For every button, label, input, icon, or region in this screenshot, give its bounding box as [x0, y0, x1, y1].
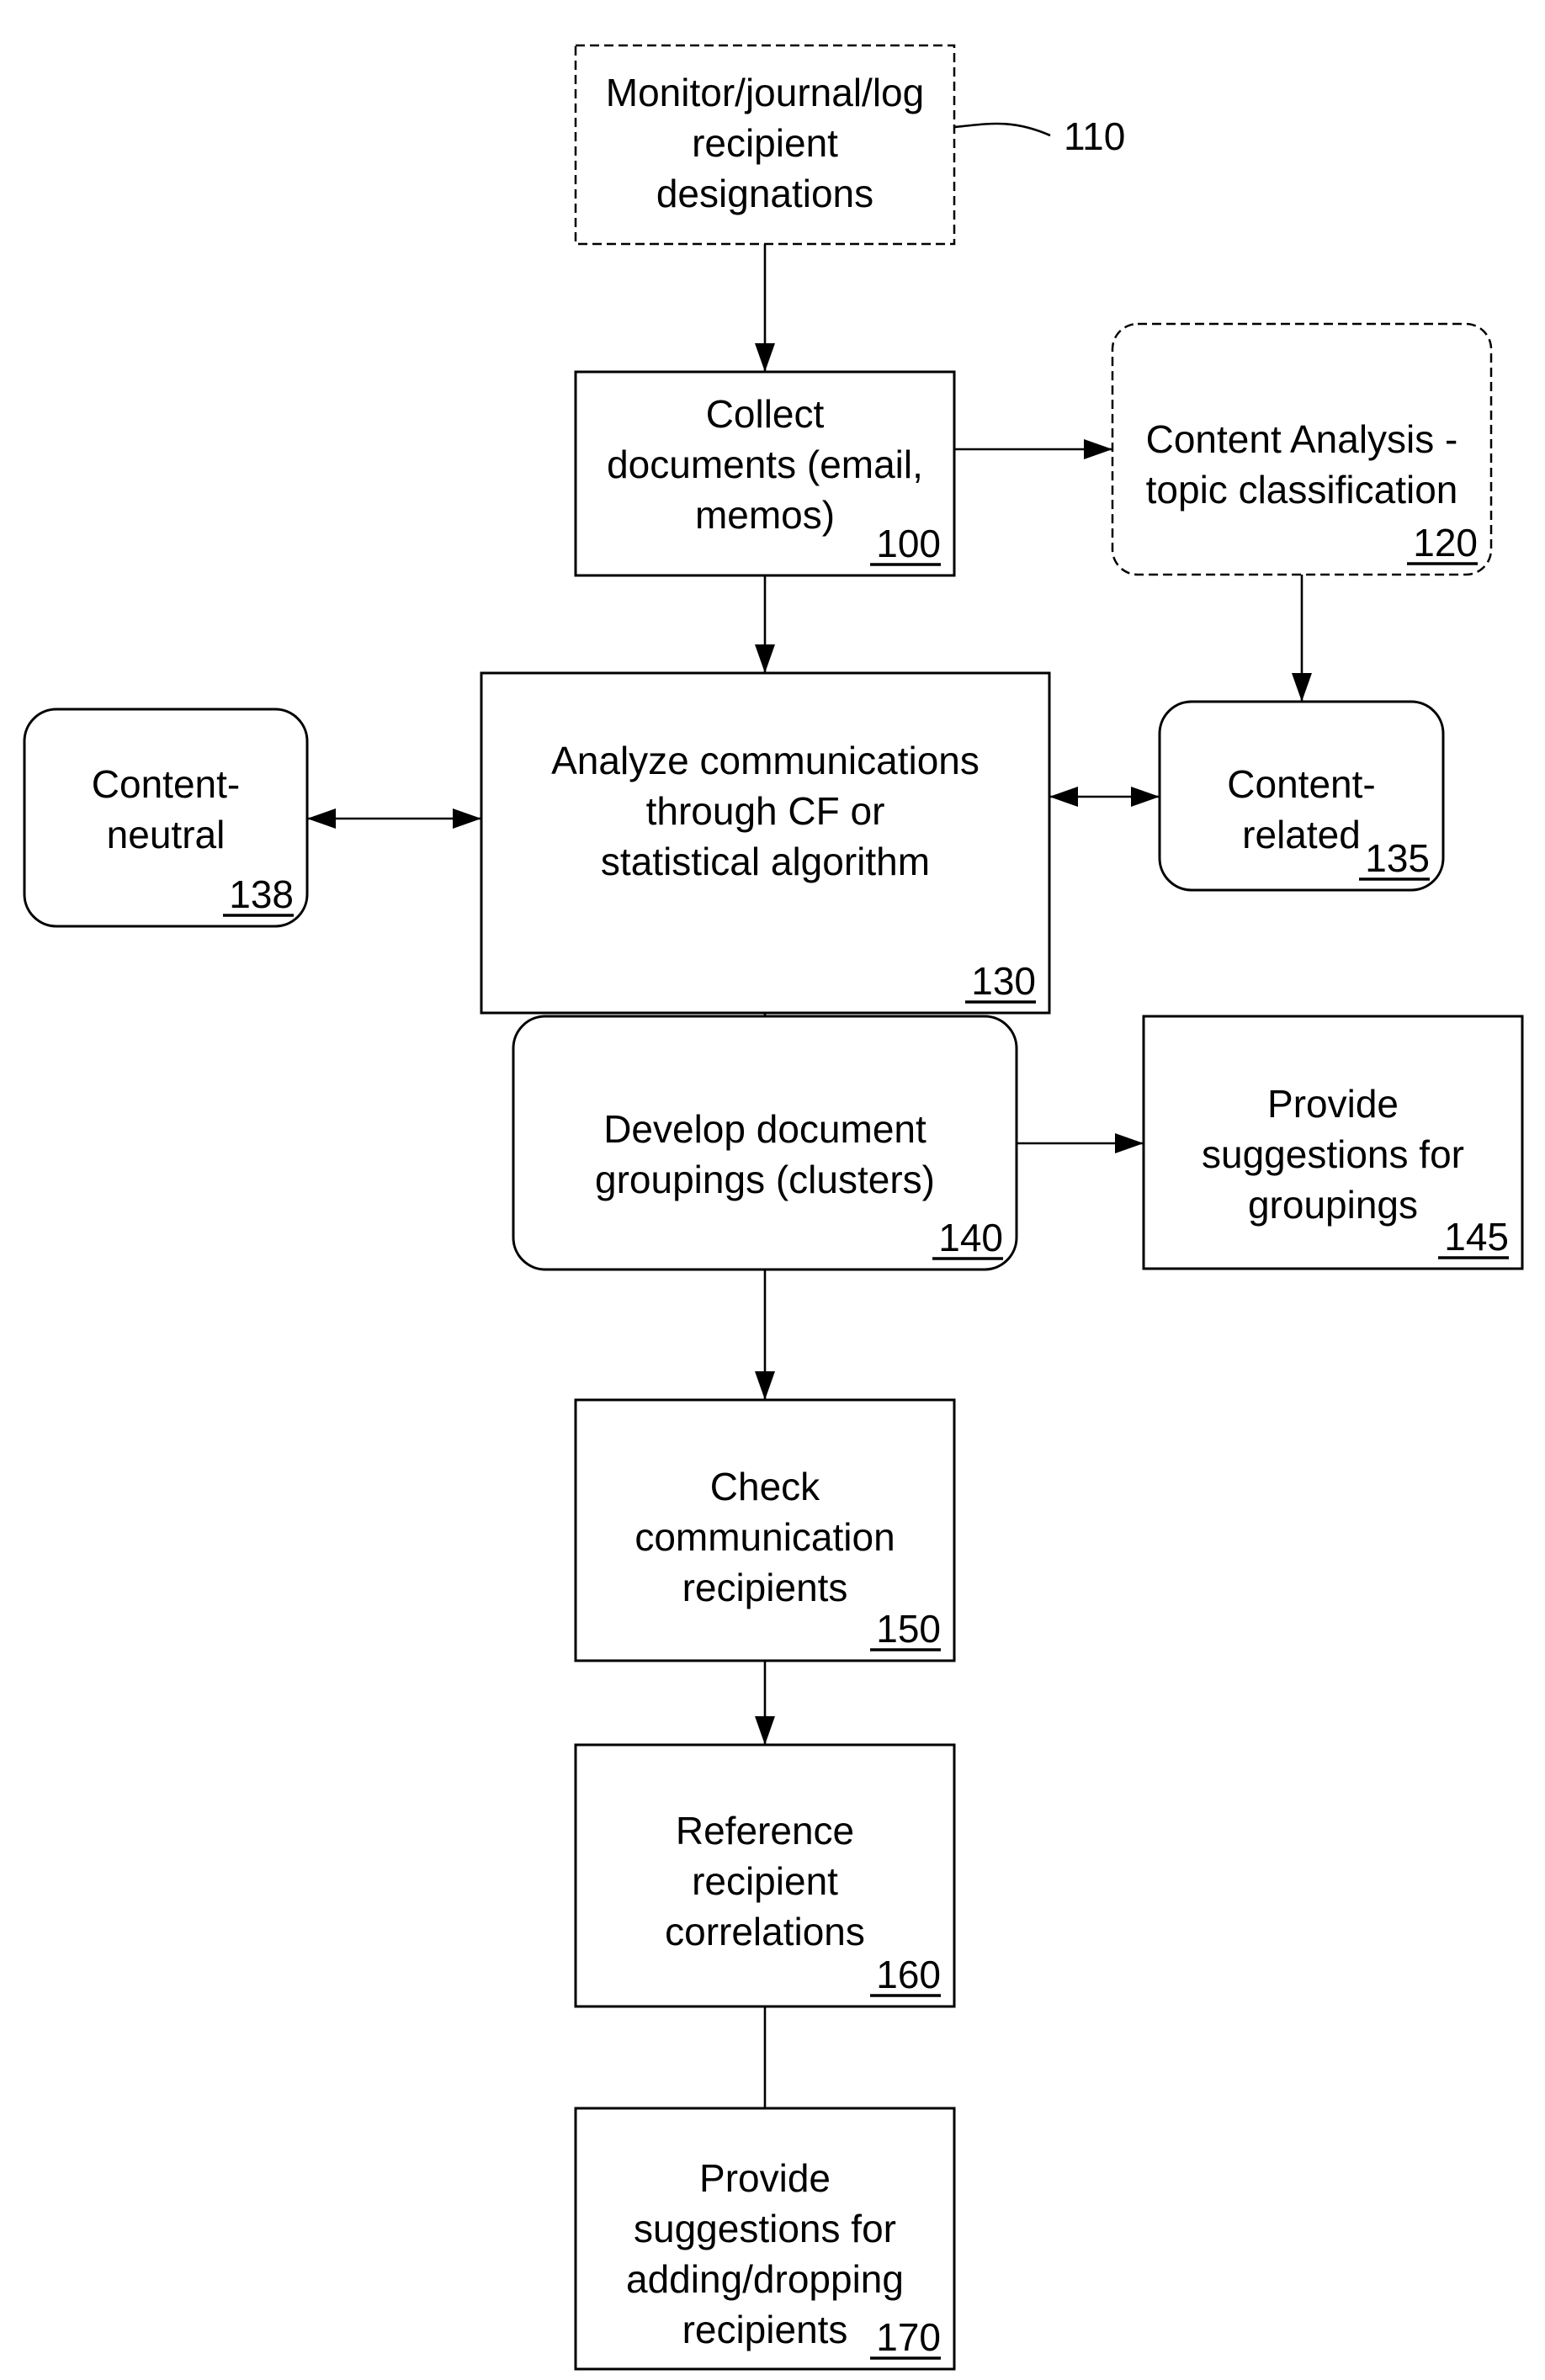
node-135: Content-related135	[1158, 700, 1445, 892]
arrowhead-icon	[755, 343, 775, 372]
node-138-label-line: Content-	[92, 762, 240, 806]
node-145-label-line: groupings	[1248, 1183, 1418, 1227]
node-135-label-line: Content-	[1227, 762, 1375, 806]
node-150-label-line: communication	[634, 1515, 895, 1559]
node-150-label-line: Check	[710, 1465, 820, 1508]
node-145-label-line: suggestions for	[1202, 1132, 1464, 1176]
node-138: Content-neutral138	[23, 708, 309, 928]
callout-layer: 110	[953, 114, 1125, 158]
node-100-label-line: documents (email,	[607, 443, 923, 486]
node-160-ref-number: 160	[876, 1953, 941, 1996]
arrowhead-icon	[307, 808, 336, 829]
node-170-label-line: recipients	[682, 2308, 848, 2351]
node-140-label-line: groupings (clusters)	[595, 1158, 935, 1201]
node-160-label-line: Reference	[676, 1809, 854, 1853]
edge-100-120	[954, 439, 1112, 459]
arrowhead-icon	[1084, 439, 1112, 459]
node-100-ref-number: 100	[876, 522, 941, 565]
callout-label-110: 110	[1064, 114, 1125, 158]
edge-130-138	[307, 808, 481, 829]
edge-110-100	[755, 244, 775, 372]
node-130-ref-number: 130	[971, 959, 1036, 1003]
arrowhead-icon	[755, 644, 775, 673]
node-110-label-line: recipient	[692, 121, 838, 165]
node-120: Content Analysis - topic classification 12…	[1111, 322, 1493, 576]
node-135-ref-number: 135	[1365, 836, 1430, 880]
node-100-label-line: Collect	[706, 392, 825, 436]
node-140-ref-number: 140	[938, 1216, 1003, 1259]
edge-150-160	[755, 1661, 775, 1745]
node-130-label-line: statistical algorithm	[601, 840, 930, 883]
node-110: Monitor/journal/log recipient designations	[574, 44, 956, 246]
arrowhead-icon	[1131, 787, 1160, 807]
flowchart-canvas: Monitor/journal/log recipient designations…	[23, 44, 1524, 2371]
node-130: Analyze communications through CF or stati…	[480, 671, 1051, 1015]
node-120-ref-number: 120	[1413, 521, 1478, 565]
node-140-label-line: Develop document	[603, 1107, 926, 1151]
node-145-label-line: Provide	[1267, 1082, 1399, 1126]
node-160-label-line: correlations	[665, 1910, 865, 1953]
edge-140-145	[1017, 1133, 1144, 1153]
node-145-ref-number: 145	[1444, 1215, 1509, 1259]
arrowhead-icon	[755, 1371, 775, 1400]
node-145: Provide suggestions for groupings 145	[1142, 1015, 1524, 1270]
arrowhead-icon	[755, 1716, 775, 1745]
node-100: Collect documents (email, memos) 100	[574, 370, 956, 577]
node-170-label-line: Provide	[699, 2156, 831, 2200]
node-170: Provide suggestions for adding/dropping rec…	[574, 2107, 956, 2371]
node-135-label-line: related	[1242, 813, 1361, 856]
nodes-layer: Monitor/journal/log recipient designations…	[23, 44, 1524, 2371]
node-160-label-line: recipient	[692, 1859, 838, 1903]
node-170-ref-number: 170	[876, 2315, 941, 2359]
node-110-label-line: designations	[656, 172, 873, 215]
edge-130-135	[1049, 787, 1160, 807]
callout-leader-110	[953, 122, 1051, 137]
node-138-ref-number: 138	[229, 872, 294, 916]
node-140: Develop document groupings (clusters)140	[512, 1015, 1018, 1271]
arrowhead-icon	[453, 808, 481, 829]
edge-140-150	[755, 1270, 775, 1400]
node-170-label-line: adding/dropping	[626, 2257, 904, 2301]
node-170-label-line: suggestions for	[634, 2207, 896, 2250]
node-120-label-line: Content Analysis -	[1146, 417, 1458, 461]
node-138-label-line: neutral	[107, 813, 226, 856]
node-150-ref-number: 150	[876, 1607, 941, 1651]
node-110-label-line: Monitor/journal/log	[606, 71, 924, 114]
edge-100-130	[755, 575, 775, 673]
node-150-label-line: recipients	[682, 1566, 848, 1609]
node-130-label-line: Analyze communications	[551, 739, 980, 782]
node-100-label-line: memos)	[695, 493, 835, 537]
node-130-label-line: through CF or	[646, 789, 885, 833]
node-160: Reference recipient correlations 160	[574, 1743, 956, 2008]
node-120-label-line: topic classification	[1146, 468, 1458, 512]
arrowhead-icon	[1115, 1133, 1144, 1153]
node-150: Check communication recipients 150	[574, 1398, 956, 1662]
arrowhead-icon	[1049, 787, 1078, 807]
edge-120-135	[1292, 575, 1312, 702]
arrowhead-icon	[1292, 673, 1312, 702]
